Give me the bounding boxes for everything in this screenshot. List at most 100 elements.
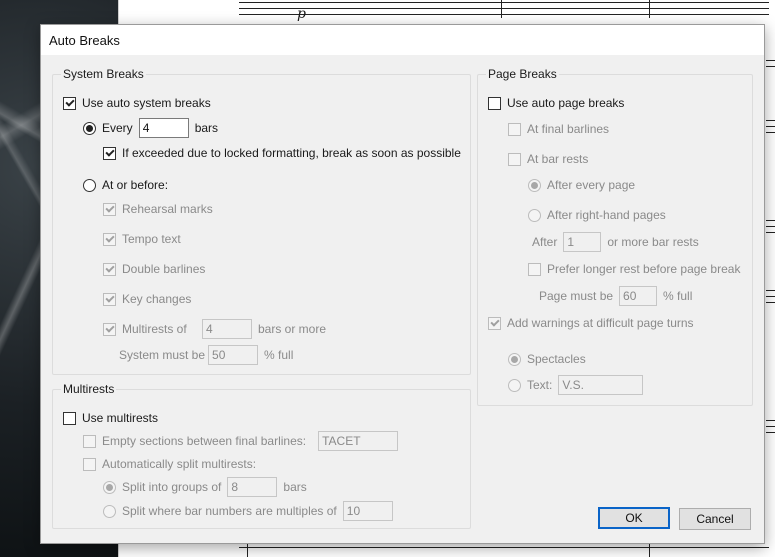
multirests-of-option[interactable]: Multirests of bars or more xyxy=(103,319,326,339)
split-multiples-input[interactable] xyxy=(342,501,393,521)
page-must-be-input[interactable] xyxy=(619,286,658,306)
checkbox-icon[interactable] xyxy=(103,202,116,216)
empty-sections-option[interactable]: Empty sections between final barlines: xyxy=(83,431,404,451)
radio-icon[interactable] xyxy=(528,178,541,192)
key-changes-option[interactable]: Key changes xyxy=(103,292,191,306)
dynamic-mark: p xyxy=(297,6,306,22)
text-option[interactable]: Text: xyxy=(508,375,649,395)
after-right-hand-label: After right-hand pages xyxy=(547,208,666,222)
checkbox-icon[interactable] xyxy=(508,122,521,136)
staff-line xyxy=(766,120,775,121)
checkbox-icon[interactable] xyxy=(528,262,541,276)
empty-sections-input[interactable] xyxy=(318,431,399,451)
after-every-page-label: After every page xyxy=(547,178,636,192)
every-label: Every xyxy=(102,121,133,135)
radio-icon[interactable] xyxy=(103,480,116,494)
locked-formatting-option[interactable]: If exceeded due to locked formatting, br… xyxy=(103,146,461,160)
spectacles-option[interactable]: Spectacles xyxy=(508,352,586,366)
after-bar-rests-input[interactable] xyxy=(563,232,602,252)
staff-line xyxy=(239,547,769,548)
add-warnings-option[interactable]: Add warnings at difficult page turns xyxy=(488,316,694,330)
staff-line xyxy=(766,66,775,67)
percent-full-label: % full xyxy=(264,348,294,362)
checkbox-icon[interactable] xyxy=(103,322,116,336)
use-multirests-option[interactable]: Use multirests xyxy=(63,411,158,425)
after-right-hand-option[interactable]: After right-hand pages xyxy=(528,208,666,222)
staff-line xyxy=(766,60,775,61)
staff-line xyxy=(239,2,769,3)
radio-icon[interactable] xyxy=(528,208,541,222)
radio-icon[interactable] xyxy=(103,504,116,518)
checkbox-icon[interactable] xyxy=(103,262,116,276)
checkbox-icon[interactable] xyxy=(103,232,116,246)
checkbox-icon[interactable] xyxy=(63,96,76,110)
bar-rests-label: At bar rests xyxy=(527,152,589,166)
checkbox-icon[interactable] xyxy=(103,292,116,306)
radio-icon[interactable] xyxy=(508,378,521,392)
key-changes-label: Key changes xyxy=(122,292,192,306)
cancel-button[interactable]: Cancel xyxy=(679,508,751,530)
final-barlines-option[interactable]: At final barlines xyxy=(508,122,609,136)
multirests-of-input[interactable] xyxy=(202,319,252,339)
page-breaks-title: Page Breaks xyxy=(486,67,559,81)
text-option-input[interactable] xyxy=(558,375,644,395)
every-bars-input[interactable] xyxy=(138,118,189,138)
staff-line xyxy=(766,420,775,421)
every-option[interactable]: Every bars xyxy=(83,118,218,138)
radio-icon[interactable] xyxy=(83,178,96,192)
barline xyxy=(649,0,650,18)
page-must-be-label: Page must be xyxy=(539,289,614,303)
system-breaks-group: System Breaks Use auto system breaks Eve… xyxy=(52,67,471,375)
rehearsal-marks-option[interactable]: Rehearsal marks xyxy=(103,202,213,216)
checkbox-icon[interactable] xyxy=(103,146,116,160)
staff-line xyxy=(766,302,775,303)
after-label: After xyxy=(532,235,558,249)
system-must-be-label: System must be xyxy=(119,348,206,362)
auto-split-option[interactable]: Automatically split multirests: xyxy=(83,457,256,471)
checkbox-icon[interactable] xyxy=(488,96,501,110)
system-must-be-row: System must be % full xyxy=(119,345,293,365)
bar-rests-option[interactable]: At bar rests xyxy=(508,152,588,166)
multirests-title: Multirests xyxy=(61,382,117,396)
staff-line xyxy=(766,132,775,133)
prefer-longer-label: Prefer longer rest before page break xyxy=(547,262,741,276)
spectacles-label: Spectacles xyxy=(527,352,586,366)
staff-line xyxy=(766,232,775,233)
split-groups-option[interactable]: Split into groups of bars xyxy=(103,477,307,497)
split-groups-bars-label: bars xyxy=(283,480,307,494)
ok-button[interactable]: OK xyxy=(598,507,670,529)
staff-line xyxy=(766,126,775,127)
prefer-longer-option[interactable]: Prefer longer rest before page break xyxy=(528,262,740,276)
tempo-text-option[interactable]: Tempo text xyxy=(103,232,181,246)
split-multiples-label: Split where bar numbers are multiples of xyxy=(122,504,337,518)
at-or-before-option[interactable]: At or before: xyxy=(83,178,168,192)
use-auto-system-breaks[interactable]: Use auto system breaks xyxy=(63,96,211,110)
page-breaks-group: Page Breaks Use auto page breaks At fina… xyxy=(477,67,753,406)
radio-icon[interactable] xyxy=(83,121,96,135)
checkbox-icon[interactable] xyxy=(63,411,76,425)
barline xyxy=(501,0,502,18)
page-must-be-row: Page must be % full xyxy=(539,286,692,306)
radio-icon[interactable] xyxy=(508,352,521,366)
checkbox-icon[interactable] xyxy=(83,457,96,471)
use-auto-page-breaks[interactable]: Use auto page breaks xyxy=(488,96,624,110)
staff-line xyxy=(766,226,775,227)
empty-sections-label: Empty sections between final barlines: xyxy=(102,434,307,448)
system-must-be-input[interactable] xyxy=(208,345,259,365)
split-groups-input[interactable] xyxy=(227,477,278,497)
system-breaks-title: System Breaks xyxy=(61,67,146,81)
more-bar-rests-label: or more bar rests xyxy=(607,235,699,249)
checkbox-icon[interactable] xyxy=(83,434,96,448)
double-barlines-option[interactable]: Double barlines xyxy=(103,262,205,276)
split-multiples-option[interactable]: Split where bar numbers are multiples of xyxy=(103,501,399,521)
double-barlines-label: Double barlines xyxy=(122,262,206,276)
use-multirests-label: Use multirests xyxy=(82,411,159,425)
after-every-page-option[interactable]: After every page xyxy=(528,178,635,192)
use-auto-system-breaks-label: Use auto system breaks xyxy=(82,96,211,110)
add-warnings-label: Add warnings at difficult page turns xyxy=(507,316,694,330)
staff-line xyxy=(766,290,775,291)
checkbox-icon[interactable] xyxy=(508,152,521,166)
bars-or-more-label: bars or more xyxy=(258,322,327,336)
checkbox-icon[interactable] xyxy=(488,316,501,330)
split-groups-label: Split into groups of xyxy=(122,480,222,494)
